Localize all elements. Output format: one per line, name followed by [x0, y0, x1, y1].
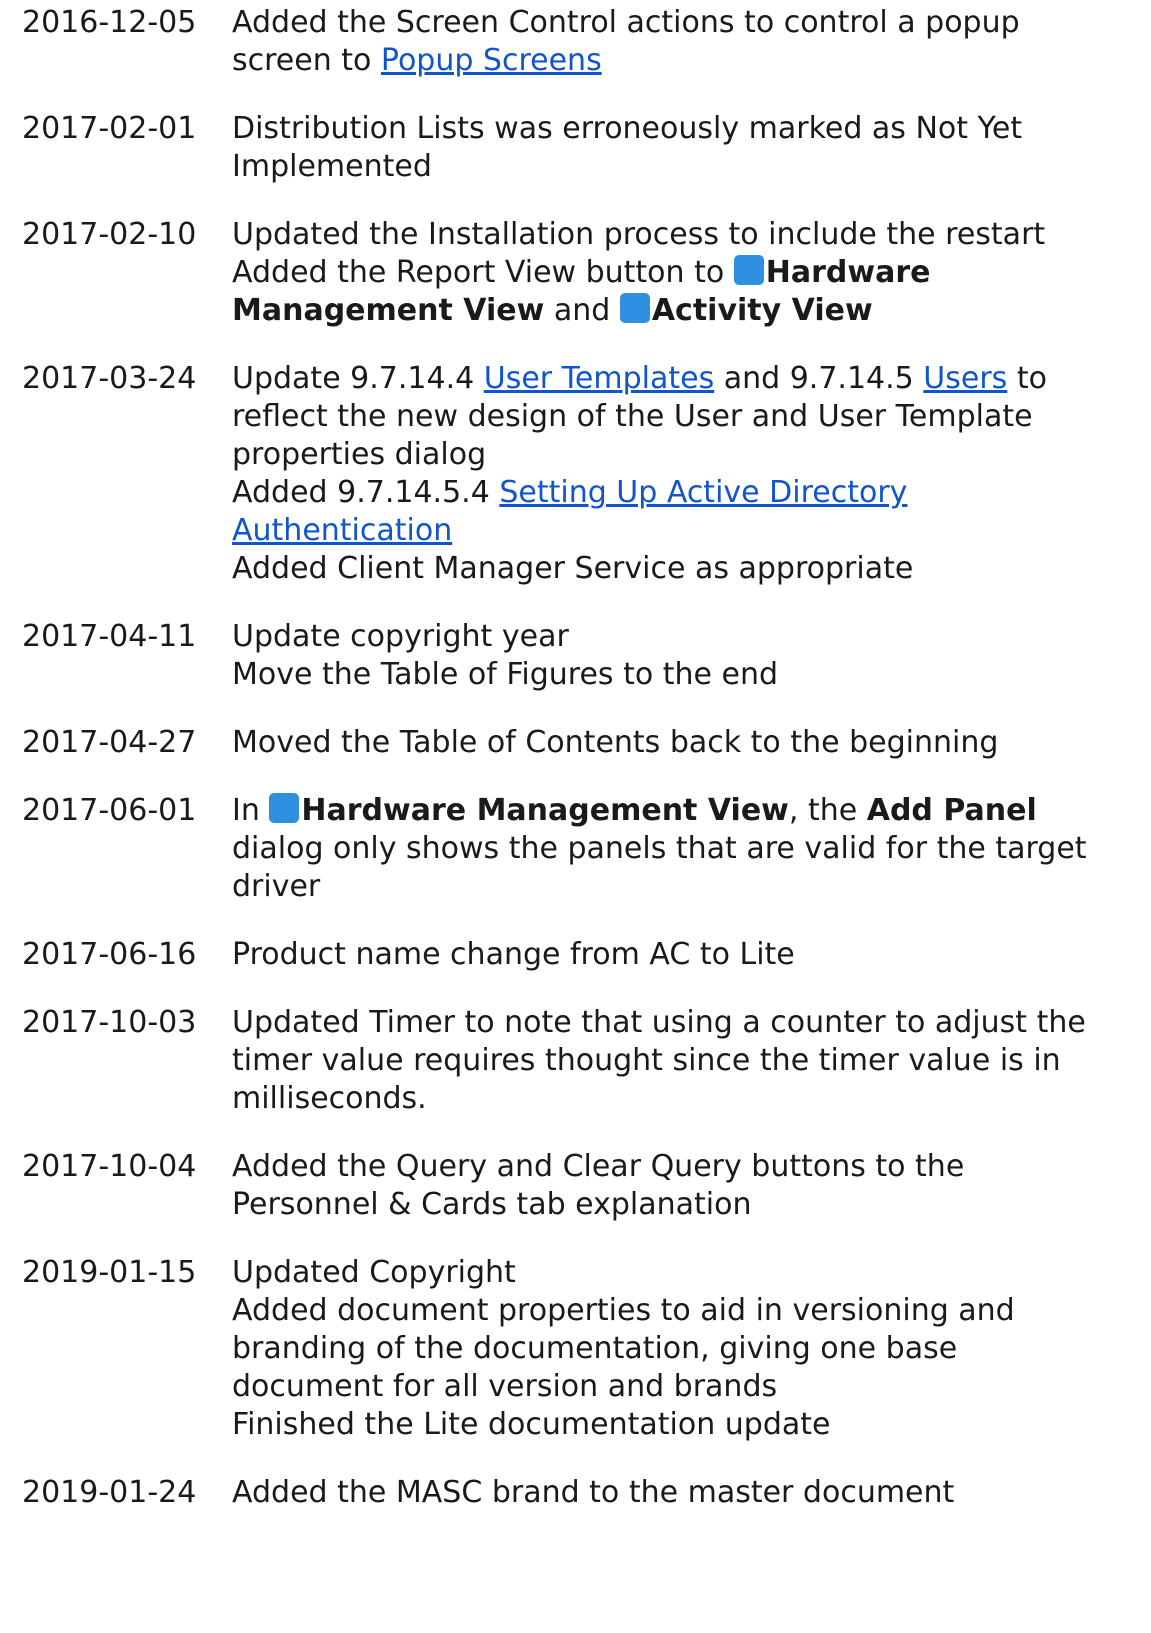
- history-entry: 2017-02-01 Distribution Lists was errone…: [22, 110, 1142, 186]
- description-line: Added 9.7.14.5.4 Setting Up Active Direc…: [232, 475, 908, 510]
- entry-description: Update copyright year Move the Table of …: [232, 618, 1142, 694]
- revision-history: 2016-12-05 Added the Screen Control acti…: [0, 0, 1151, 1633]
- entry-date: 2017-02-10: [22, 217, 197, 252]
- history-entry: 2017-04-27 Moved the Table of Contents b…: [22, 724, 1142, 762]
- entry-date: 2019-01-15: [22, 1255, 197, 1290]
- entry-description: Product name change from AC to Lite: [232, 936, 1142, 974]
- description-line: properties dialog: [232, 437, 487, 472]
- active-directory-link[interactable]: Authentication: [232, 513, 452, 548]
- history-entry: 2016-12-05 Added the Screen Control acti…: [22, 4, 1142, 80]
- entry-description: Updated Timer to note that using a count…: [232, 1004, 1142, 1118]
- history-entry: 2019-01-24 Added the MASC brand to the m…: [22, 1474, 1142, 1512]
- entry-description: Updated Copyright Added document propert…: [232, 1254, 1142, 1444]
- description-line: Added document properties to aid in vers…: [232, 1293, 1015, 1328]
- description-line: Finished the Lite documentation update: [232, 1407, 831, 1442]
- hardware-management-icon: [269, 793, 300, 823]
- description-line: Move the Table of Figures to the end: [232, 657, 779, 692]
- description-line: Updated Timer to note that using a count…: [232, 1005, 1086, 1040]
- user-templates-link[interactable]: User Templates: [484, 361, 714, 396]
- history-entry: 2017-10-04 Added the Query and Clear Que…: [22, 1148, 1142, 1224]
- popup-screens-link[interactable]: Popup Screens: [381, 43, 602, 78]
- history-entry: 2017-02-10 Updated the Installation proc…: [22, 216, 1142, 330]
- entry-date: 2017-02-01: [22, 111, 197, 146]
- entry-date: 2019-01-24: [22, 1475, 197, 1510]
- description-line: Added Client Manager Service as appropri…: [232, 551, 914, 586]
- history-entry: 2017-06-16 Product name change from AC t…: [22, 936, 1142, 974]
- entry-description: Added the Screen Control actions to cont…: [232, 4, 1142, 80]
- description-line: milliseconds.: [232, 1081, 427, 1116]
- history-entry: 2017-04-11 Update copyright year Move th…: [22, 618, 1142, 694]
- entry-description: Moved the Table of Contents back to the …: [232, 724, 1142, 762]
- description-line: reflect the new design of the User and U…: [232, 399, 1033, 434]
- entry-description: Update 9.7.14.4 User Templates and 9.7.1…: [232, 360, 1142, 588]
- description-line: Distribution Lists was erroneously marke…: [232, 111, 1023, 146]
- entry-date: 2017-10-03: [22, 1005, 197, 1040]
- entry-date: 2017-06-01: [22, 793, 197, 828]
- users-link[interactable]: Users: [923, 361, 1007, 396]
- entry-date: 2017-06-16: [22, 937, 197, 972]
- description-line: Added the MASC brand to the master docum…: [232, 1475, 955, 1510]
- description-line: branding of the documentation, giving on…: [232, 1331, 958, 1366]
- description-line: screen to Popup Screens: [232, 43, 602, 78]
- description-line: dialog only shows the panels that are va…: [232, 831, 1087, 866]
- ui-element-name: Management View: [232, 293, 545, 328]
- entry-description: Updated the Installation process to incl…: [232, 216, 1142, 330]
- hardware-management-icon: [733, 255, 764, 285]
- entry-date: 2017-10-04: [22, 1149, 197, 1184]
- entry-description: Added the MASC brand to the master docum…: [232, 1474, 1142, 1512]
- description-line: Update 9.7.14.4 User Templates and 9.7.1…: [232, 361, 1047, 396]
- description-line: Updated the Installation process to incl…: [232, 217, 1046, 252]
- history-entry: 2017-06-01 In Hardware Management View, …: [22, 792, 1142, 906]
- description-line: Added the Report View button to Hardware: [232, 255, 931, 290]
- description-line: Personnel & Cards tab explanation: [232, 1187, 752, 1222]
- description-line: In Hardware Management View, the Add Pan…: [232, 793, 1037, 828]
- history-entry: 2019-01-15 Updated Copyright Added docum…: [22, 1254, 1142, 1444]
- active-directory-link[interactable]: Setting Up Active Directory: [499, 475, 907, 510]
- description-line: Added the Screen Control actions to cont…: [232, 5, 1020, 40]
- description-line: Moved the Table of Contents back to the …: [232, 725, 999, 760]
- entry-date: 2017-04-27: [22, 725, 197, 760]
- description-line: Implemented: [232, 149, 432, 184]
- history-entry: 2017-10-03 Updated Timer to note that us…: [22, 1004, 1142, 1118]
- activity-view-icon: [619, 293, 650, 323]
- description-line: Product name change from AC to Lite: [232, 937, 795, 972]
- entry-description: Distribution Lists was erroneously marke…: [232, 110, 1142, 186]
- entry-date: 2016-12-05: [22, 5, 197, 40]
- entry-description: Added the Query and Clear Query buttons …: [232, 1148, 1142, 1224]
- entry-description: In Hardware Management View, the Add Pan…: [232, 792, 1142, 906]
- description-line: Authentication: [232, 512, 1142, 550]
- description-line: Updated Copyright: [232, 1255, 516, 1290]
- entry-date: 2017-03-24: [22, 361, 197, 396]
- description-line: driver: [232, 869, 321, 904]
- description-line: Update copyright year: [232, 619, 569, 654]
- history-entry: 2017-03-24 Update 9.7.14.4 User Template…: [22, 360, 1142, 588]
- entry-date: 2017-04-11: [22, 619, 197, 654]
- description-line: Management View and Activity View: [232, 293, 873, 328]
- ui-element-name: Hardware Management View: [301, 793, 789, 828]
- description-line: document for all version and brands: [232, 1369, 778, 1404]
- ui-element-name: Add Panel: [866, 793, 1037, 828]
- ui-element-name: Hardware: [765, 255, 931, 290]
- ui-element-name: Activity View: [651, 293, 873, 328]
- description-line: timer value requires thought since the t…: [232, 1043, 1061, 1078]
- description-line: Added the Query and Clear Query buttons …: [232, 1149, 965, 1184]
